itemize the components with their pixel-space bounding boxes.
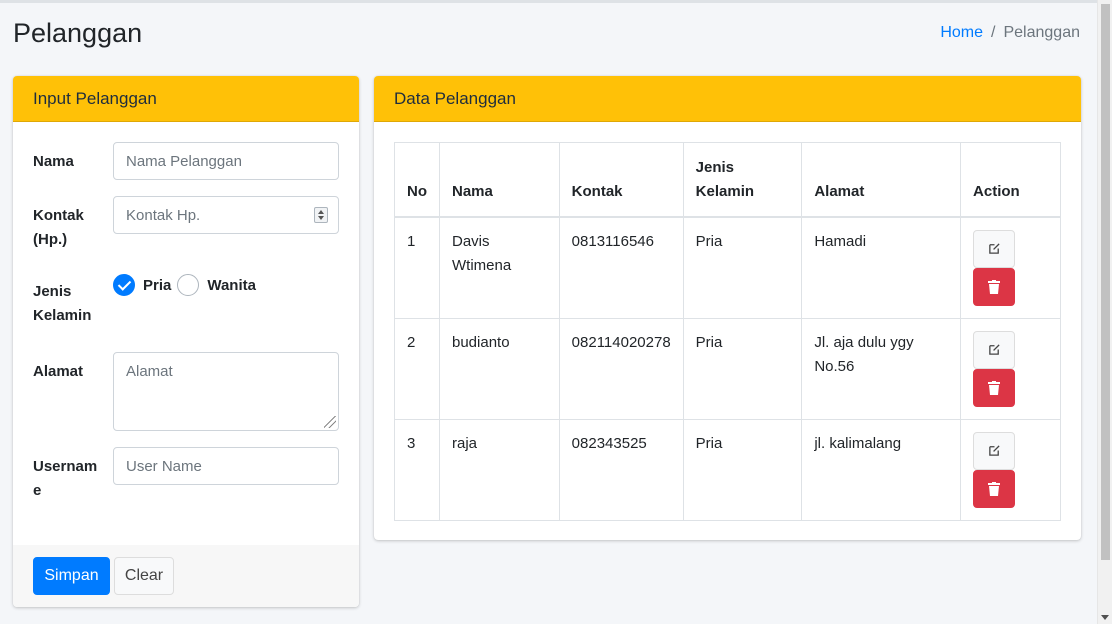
edit-icon <box>988 243 1000 254</box>
edit-icon <box>988 344 1000 355</box>
alamat-label: Alamat <box>33 363 84 380</box>
radio-wanita[interactable] <box>177 274 200 296</box>
jenis-kelamin-label-line1: Jenis <box>33 283 72 300</box>
jenis-kelamin-label: Jenis Kelamin <box>33 280 103 328</box>
cell-alamat: Hamadi <box>801 216 962 319</box>
username-label-line2: e <box>33 482 42 499</box>
radio-pria-label[interactable]: Pria <box>143 277 171 294</box>
table-wrapper: No Nama Kontak Jenis Kelamin Alamat Acti… <box>394 142 1061 521</box>
cell-alamat-line1: Hamadi <box>814 232 867 250</box>
nama-placeholder: Nama Pelanggan <box>126 152 242 170</box>
resize-handle-icon[interactable] <box>324 416 336 428</box>
edit-button[interactable] <box>973 229 1016 268</box>
username-label-line1: Usernam <box>33 458 98 475</box>
scrollbar-thumb[interactable] <box>1101 4 1110 560</box>
header-kontak: Kontak <box>558 142 684 218</box>
cell-jenis-kelamin: Pria <box>682 317 803 420</box>
cell-nama-line1: budianto <box>452 333 510 351</box>
kontak-input[interactable]: Kontak Hp. <box>113 196 339 234</box>
cell-alamat-line1: jl. kalimalang <box>814 434 902 452</box>
cell-action <box>960 216 1061 319</box>
table-row: 1 Davis Wtimena 0813116546 Pria Hamadi <box>394 216 1061 319</box>
cell-action <box>960 317 1061 420</box>
username-label: Usernam e <box>33 455 103 503</box>
kontak-label-line2: (Hp.) <box>33 231 68 248</box>
jenis-kelamin-label-line2: Kelamin <box>33 307 92 324</box>
cell-alamat-line2: No.56 <box>814 357 855 375</box>
breadcrumb-current: Pelanggan <box>1003 24 1080 41</box>
alamat-placeholder: Alamat <box>126 363 173 380</box>
vertical-scrollbar[interactable] <box>1097 0 1112 624</box>
header-action: Action <box>960 142 1061 218</box>
cell-kontak: 0813116546 <box>558 216 684 319</box>
trash-icon <box>988 481 1001 496</box>
cell-no: 3 <box>394 418 440 521</box>
cell-alamat: jl. kalimalang <box>801 418 962 521</box>
header-jenis-kelamin: Jenis Kelamin <box>682 142 803 218</box>
cell-jenis-kelamin: Pria <box>682 418 803 521</box>
username-input[interactable]: User Name <box>113 447 339 485</box>
jenis-kelamin-radio-group: Pria Wanita <box>113 274 258 296</box>
cell-action <box>960 418 1061 521</box>
cell-kontak: 082343525 <box>558 418 684 521</box>
header-alamat: Alamat <box>801 142 962 218</box>
kontak-label-line1: Kontak <box>33 207 84 224</box>
cell-no: 1 <box>394 216 440 319</box>
simpan-button[interactable]: Simpan <box>33 557 110 595</box>
edit-button[interactable] <box>973 330 1016 369</box>
clear-button[interactable]: Clear <box>114 557 174 595</box>
delete-button[interactable] <box>973 469 1016 508</box>
cell-nama: raja <box>439 418 560 521</box>
cell-nama-line1: Davis <box>452 232 490 250</box>
data-pelanggan-card: Data Pelanggan No Nama Kontak Jenis Kela… <box>374 76 1081 540</box>
input-card-header: Input Pelanggan <box>13 76 359 122</box>
input-card-footer: Simpan Clear <box>13 545 359 607</box>
username-placeholder: User Name <box>126 457 202 475</box>
header-nama: Nama <box>439 142 560 218</box>
delete-button[interactable] <box>973 368 1016 407</box>
input-form: Nama Nama Pelanggan Kontak (Hp.) Kontak … <box>13 122 359 545</box>
cell-alamat-line1: Jl. aja dulu ygy <box>814 333 914 351</box>
data-card-header: Data Pelanggan <box>374 76 1081 122</box>
cell-kontak: 082114020278 <box>558 317 684 420</box>
table-row: 2 budianto 082114020278 Pria Jl. aja dul… <box>394 317 1061 420</box>
cell-nama: Davis Wtimena <box>439 216 560 319</box>
number-spinner-icon[interactable] <box>314 207 328 223</box>
trash-icon <box>988 380 1001 395</box>
scroll-down-arrow-icon[interactable] <box>1101 615 1109 620</box>
breadcrumb-home-link[interactable]: Home <box>940 24 983 42</box>
breadcrumb-separator: / <box>991 24 996 41</box>
radio-pria[interactable] <box>113 274 135 296</box>
header-jk-line2: Kelamin <box>695 182 755 200</box>
cell-nama-line1: raja <box>452 434 478 452</box>
kontak-label: Kontak (Hp.) <box>33 204 103 252</box>
radio-wanita-label[interactable]: Wanita <box>207 277 256 294</box>
pelanggan-table: No Nama Kontak Jenis Kelamin Alamat Acti… <box>394 142 1061 521</box>
table-header-row: No Nama Kontak Jenis Kelamin Alamat Acti… <box>394 142 1061 218</box>
cell-jenis-kelamin: Pria <box>682 216 803 319</box>
alamat-textarea[interactable]: Alamat <box>113 352 339 431</box>
cell-nama-line2: Wtimena <box>452 256 512 274</box>
cell-no: 2 <box>394 317 440 420</box>
delete-button[interactable] <box>973 267 1016 306</box>
nama-input[interactable]: Nama Pelanggan <box>113 142 339 180</box>
edit-button[interactable] <box>973 431 1016 470</box>
nama-label: Nama <box>33 153 74 170</box>
cell-alamat: Jl. aja dulu ygy No.56 <box>801 317 962 420</box>
breadcrumb: Home / Pelanggan <box>940 24 1080 42</box>
edit-icon <box>988 445 1000 456</box>
cell-nama: budianto <box>439 317 560 420</box>
top-border <box>0 0 1097 3</box>
page-title: Pelanggan <box>13 18 143 48</box>
table-row: 3 raja 082343525 Pria jl. kalimalang <box>394 418 1061 521</box>
header-jk-line1: Jenis <box>695 158 735 176</box>
kontak-placeholder: Kontak Hp. <box>126 206 201 224</box>
input-pelanggan-card: Input Pelanggan Nama Nama Pelanggan Kont… <box>13 76 359 607</box>
trash-icon <box>988 279 1001 294</box>
header-no: No <box>394 142 440 218</box>
